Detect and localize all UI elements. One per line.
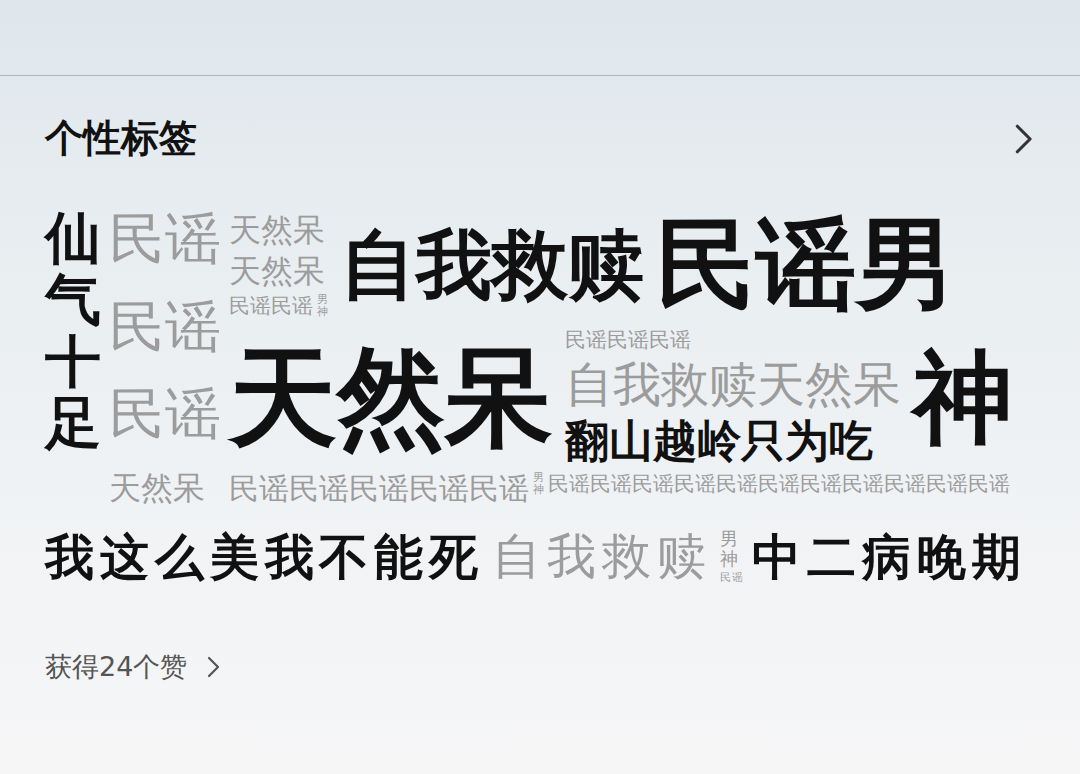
tag[interactable]: 自我救赎	[492, 529, 712, 585]
tag[interactable]: 民谣民谣民谣	[565, 328, 691, 352]
section-title: 个性标签	[45, 114, 197, 163]
tag-line: 男神	[720, 529, 738, 569]
tag-stack: 中二病晚期	[752, 529, 1026, 585]
tag-cloud: 仙气十足民谣民谣民谣天然呆天然呆天然呆民谣民谣男神自我救赎民谣男天然呆民谣民谣民…	[45, 207, 1040, 585]
tag[interactable]: 民谣民谣	[229, 294, 313, 318]
tag-line: 我这么美我不能死	[45, 529, 484, 585]
tag-line: 民谣民谣民谣民谣民谣男神民谣民谣民谣民谣民谣民谣民谣民谣民谣民谣民谣	[229, 472, 1010, 507]
background-banner	[0, 0, 1080, 76]
tag[interactable]: 天然呆	[109, 470, 205, 507]
side-tags: 仙气十足民谣民谣民谣天然呆	[45, 207, 221, 506]
tag-line: 民谣	[109, 295, 221, 359]
tag[interactable]: 神	[913, 340, 1013, 455]
tag[interactable]: 男神	[317, 294, 328, 318]
tag-line: 民谣	[720, 572, 745, 585]
tag[interactable]: 民谣民谣民谣民谣民谣	[229, 472, 529, 507]
tag-line: 民谣	[109, 207, 221, 271]
tag-stack: 仙气十足	[45, 207, 101, 506]
tag-row: 我这么美我不能死自我救赎男神民谣中二病晚期	[45, 529, 1040, 585]
profile-tags-page: 个性标签仙气十足民谣民谣民谣天然呆天然呆天然呆民谣民谣男神自我救赎民谣男天然呆民…	[0, 0, 1080, 774]
tag-stack: 民谣民谣民谣民谣民谣男神民谣民谣民谣民谣民谣民谣民谣民谣民谣民谣民谣	[229, 472, 1010, 507]
tag-stack: 自我救赎	[340, 221, 644, 308]
tag-stack: 民谣男	[656, 207, 956, 322]
tag[interactable]: 中二病晚期	[752, 529, 1026, 585]
tag-line: 中二病晚期	[752, 529, 1026, 585]
tag-row: 天然呆天然呆民谣民谣男神自我救赎民谣男	[229, 207, 1013, 322]
tag-stack: 民谣民谣民谣天然呆	[109, 207, 221, 506]
tag-line: 民谣民谣民谣	[565, 328, 691, 352]
tag-line: 天然呆	[229, 212, 325, 249]
tag-cloud-upper: 仙气十足民谣民谣民谣天然呆天然呆天然呆民谣民谣男神自我救赎民谣男天然呆民谣民谣民…	[45, 207, 1040, 506]
tag-stack: 天然呆天然呆民谣民谣男神	[229, 212, 328, 318]
tag-line: 翻山越岭只为吃	[565, 416, 873, 467]
tag[interactable]: 自我救赎	[340, 221, 644, 308]
tag[interactable]: 自我救赎天然呆	[565, 357, 901, 412]
tag[interactable]: 男神	[533, 472, 544, 496]
tag[interactable]: 男神	[720, 529, 738, 569]
tag-stack: 自我救赎	[492, 529, 712, 585]
tag-stack: 天然呆	[229, 335, 553, 459]
tag-line: 天然呆	[229, 335, 553, 459]
tag-line: 天然呆	[229, 253, 325, 290]
tag-row: 民谣民谣民谣民谣民谣男神民谣民谣民谣民谣民谣民谣民谣民谣民谣民谣民谣	[229, 472, 1013, 507]
tags-section: 个性标签仙气十足民谣民谣民谣天然呆天然呆天然呆民谣民谣男神自我救赎民谣男天然呆民…	[0, 76, 1080, 684]
chevron-right-icon[interactable]	[1006, 122, 1040, 156]
tag-line: 仙气十足	[45, 207, 101, 453]
tag[interactable]: 天然呆	[229, 212, 325, 249]
tag-line: 神	[913, 340, 1013, 455]
tag[interactable]: 天然呆	[229, 335, 553, 459]
main-tags: 天然呆天然呆民谣民谣男神自我救赎民谣男天然呆民谣民谣民谣自我救赎天然呆翻山越岭只…	[229, 207, 1013, 506]
tag[interactable]: 民谣	[720, 572, 745, 585]
tag-line: 天然呆	[109, 470, 205, 507]
tag-line: 民谣	[109, 382, 221, 446]
section-header[interactable]: 个性标签	[45, 114, 1040, 163]
tag[interactable]: 天然呆	[229, 253, 325, 290]
tag-stack: 神	[913, 340, 1013, 455]
tag[interactable]: 民谣	[109, 382, 221, 446]
tag-line: 自我救赎	[340, 221, 644, 308]
tag[interactable]: 民谣男	[656, 207, 956, 322]
tag-row: 天然呆民谣民谣民谣自我救赎天然呆翻山越岭只为吃神	[229, 328, 1013, 466]
tag[interactable]: 民谣	[109, 295, 221, 359]
tag-line: 自我救赎	[492, 529, 712, 585]
tag[interactable]: 仙气十足	[45, 207, 101, 453]
tag[interactable]: 我这么美我不能死	[45, 529, 484, 585]
tag-stack: 男神民谣	[720, 529, 745, 585]
tag[interactable]: 翻山越岭只为吃	[565, 416, 873, 467]
tag-stack: 我这么美我不能死	[45, 529, 484, 585]
tag-stack: 民谣民谣民谣自我救赎天然呆翻山越岭只为吃	[565, 328, 901, 466]
tag[interactable]: 民谣	[109, 207, 221, 271]
likes-link[interactable]: 获得24个赞	[45, 649, 1040, 684]
tag-line: 民谣民谣男神	[229, 294, 328, 318]
chevron-right-icon[interactable]	[201, 655, 225, 679]
likes-label: 获得24个赞	[45, 649, 187, 684]
tag-line: 民谣男	[656, 207, 956, 322]
tag[interactable]: 民谣民谣民谣民谣民谣民谣民谣民谣民谣民谣民谣	[548, 472, 1010, 496]
tag-line: 自我救赎天然呆	[565, 357, 901, 412]
